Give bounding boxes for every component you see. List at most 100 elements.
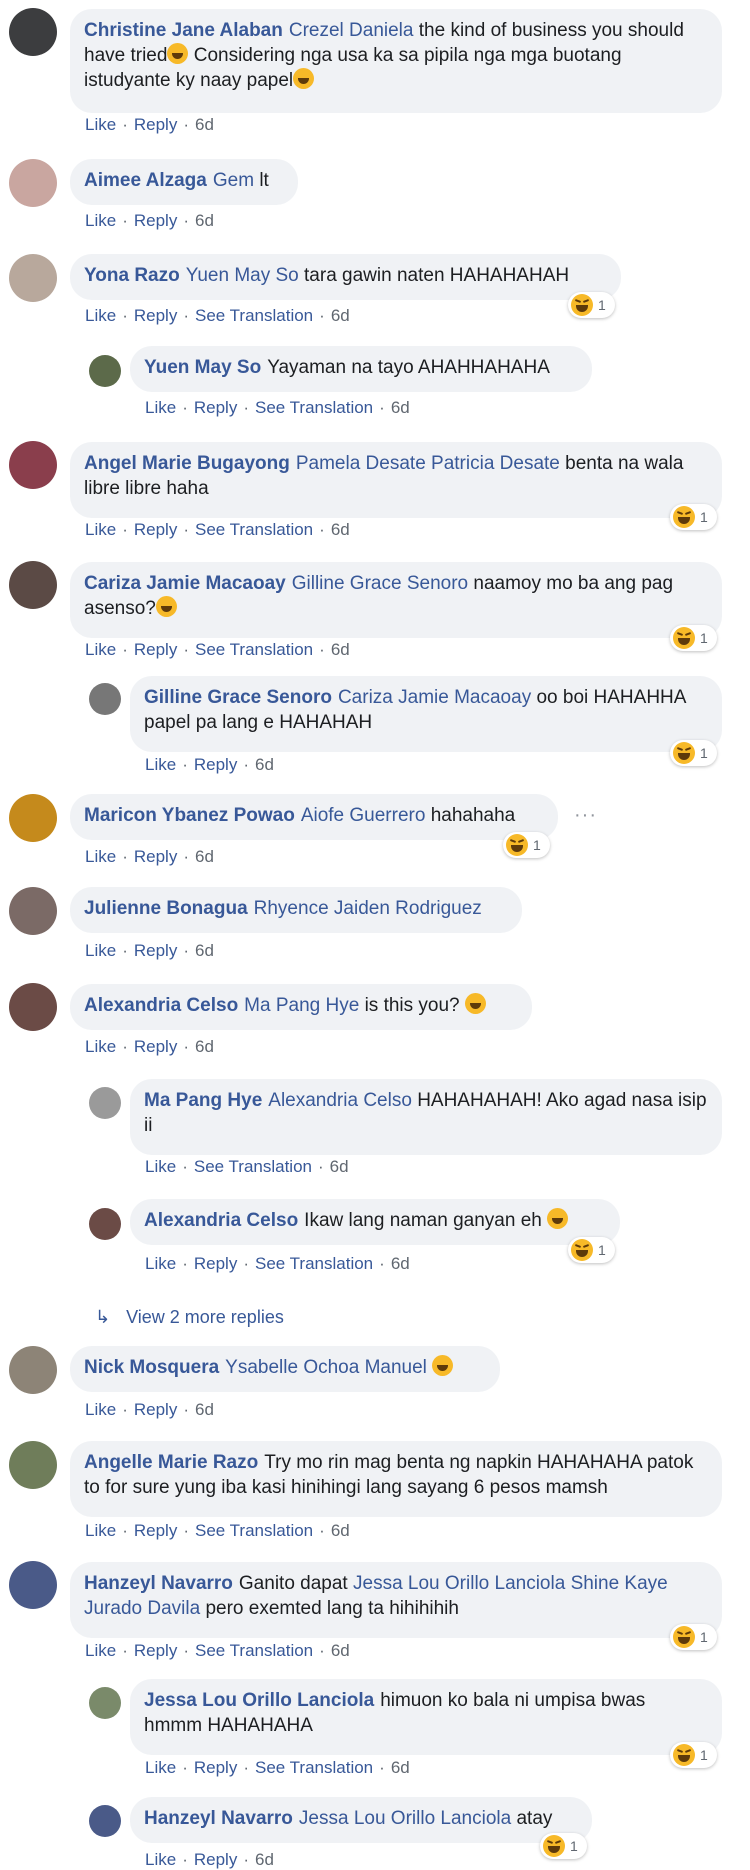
timestamp[interactable]: 6d	[391, 398, 410, 417]
comment-author[interactable]: Nick Mosquera	[84, 1357, 219, 1378]
see-translation-link[interactable]: See Translation	[255, 398, 373, 417]
comment-author[interactable]: Yuen May So	[144, 357, 261, 378]
timestamp[interactable]: 6d	[195, 1400, 214, 1419]
mention-link[interactable]: Alexandria Celso	[268, 1090, 412, 1111]
mention-link[interactable]: Ma Pang Hye	[244, 995, 359, 1016]
reaction-count[interactable]: 1	[503, 832, 550, 858]
avatar[interactable]	[89, 1805, 121, 1837]
comment-author[interactable]: Jessa Lou Orillo Lanciola	[144, 1690, 374, 1711]
comment-author[interactable]: Yona Razo	[84, 265, 180, 286]
timestamp[interactable]: 6d	[331, 640, 350, 659]
like-button[interactable]: Like	[85, 211, 116, 230]
mention-link[interactable]: Cariza Jamie Macaoay	[338, 687, 531, 708]
comment-author[interactable]: Alexandria Celso	[84, 995, 238, 1016]
avatar[interactable]	[89, 355, 121, 387]
mention-link[interactable]: Yuen May So	[186, 265, 299, 286]
reaction-count[interactable]: 1	[670, 740, 717, 766]
like-button[interactable]: Like	[145, 755, 176, 774]
avatar[interactable]	[89, 1087, 121, 1119]
reply-button[interactable]: Reply	[134, 306, 177, 325]
reply-button[interactable]: Reply	[194, 755, 237, 774]
reply-button[interactable]: Reply	[134, 115, 177, 134]
like-button[interactable]: Like	[145, 1157, 176, 1176]
comment-author[interactable]: Hanzeyl Navarro	[84, 1573, 233, 1594]
comment-author[interactable]: Angelle Marie Razo	[84, 1452, 258, 1473]
reply-button[interactable]: Reply	[194, 1254, 237, 1273]
see-translation-link[interactable]: See Translation	[195, 520, 313, 539]
avatar[interactable]	[89, 683, 121, 715]
reply-button[interactable]: Reply	[134, 941, 177, 960]
avatar[interactable]	[9, 1561, 57, 1609]
avatar[interactable]	[89, 1208, 121, 1240]
comment-author[interactable]: Hanzeyl Navarro	[144, 1808, 293, 1829]
like-button[interactable]: Like	[85, 640, 116, 659]
see-translation-link[interactable]: See Translation	[255, 1254, 373, 1273]
comment-author[interactable]: Gilline Grace Senoro	[144, 687, 332, 708]
like-button[interactable]: Like	[145, 1254, 176, 1273]
like-button[interactable]: Like	[85, 847, 116, 866]
avatar[interactable]	[89, 1687, 121, 1719]
comment-author[interactable]: Julienne Bonagua	[84, 898, 248, 919]
reply-button[interactable]: Reply	[134, 640, 177, 659]
mention-link[interactable]: Crezel Daniela	[289, 20, 414, 41]
avatar[interactable]	[9, 8, 57, 56]
comment-author[interactable]: Ma Pang Hye	[144, 1090, 262, 1111]
reaction-count[interactable]: 1	[568, 1237, 615, 1263]
mention-link[interactable]: Ysabelle Ochoa Manuel	[225, 1357, 427, 1378]
comment-author[interactable]: Cariza Jamie Macaoay	[84, 573, 286, 594]
mention-link[interactable]: Jessa Lou Orillo Lanciola	[299, 1808, 511, 1829]
timestamp[interactable]: 6d	[255, 1850, 274, 1869]
view-more-replies-link[interactable]: ↳ View 2 more replies	[95, 1307, 284, 1328]
avatar[interactable]	[9, 1346, 57, 1394]
reaction-count[interactable]: 1	[540, 1833, 587, 1859]
like-button[interactable]: Like	[85, 1400, 116, 1419]
like-button[interactable]: Like	[145, 398, 176, 417]
reaction-count[interactable]: 1	[670, 504, 717, 530]
avatar[interactable]	[9, 983, 57, 1031]
like-button[interactable]: Like	[85, 941, 116, 960]
reply-button[interactable]: Reply	[134, 211, 177, 230]
timestamp[interactable]: 6d	[331, 520, 350, 539]
like-button[interactable]: Like	[85, 1641, 116, 1660]
avatar[interactable]	[9, 794, 57, 842]
reply-button[interactable]: Reply	[194, 1758, 237, 1777]
like-button[interactable]: Like	[145, 1758, 176, 1777]
reply-button[interactable]: Reply	[134, 847, 177, 866]
see-translation-link[interactable]: See Translation	[195, 640, 313, 659]
mention-link[interactable]: Pamela Desate Patricia Desate	[296, 453, 560, 474]
avatar[interactable]	[9, 1441, 57, 1489]
timestamp[interactable]: 6d	[195, 1037, 214, 1056]
avatar[interactable]	[9, 561, 57, 609]
see-translation-link[interactable]: See Translation	[195, 306, 313, 325]
like-button[interactable]: Like	[85, 1521, 116, 1540]
reply-button[interactable]: Reply	[134, 1400, 177, 1419]
comment-author[interactable]: Maricon Ybanez Powao	[84, 805, 295, 826]
like-button[interactable]: Like	[85, 520, 116, 539]
like-button[interactable]: Like	[85, 306, 116, 325]
avatar[interactable]	[9, 441, 57, 489]
see-translation-link[interactable]: See Translation	[195, 1521, 313, 1540]
mention-link[interactable]: Gilline Grace Senoro	[292, 573, 468, 594]
see-translation-link[interactable]: See Translation	[255, 1758, 373, 1777]
like-button[interactable]: Like	[85, 115, 116, 134]
mention-link[interactable]: Aiofe Guerrero	[301, 805, 426, 826]
mention-link[interactable]: Gem	[213, 170, 254, 191]
see-translation-link[interactable]: See Translation	[195, 1641, 313, 1660]
reaction-count[interactable]: 1	[670, 1624, 717, 1650]
reply-button[interactable]: Reply	[134, 1641, 177, 1660]
reply-button[interactable]: Reply	[134, 1521, 177, 1540]
comment-author[interactable]: Angel Marie Bugayong	[84, 453, 290, 474]
reaction-count[interactable]: 1	[670, 625, 717, 651]
see-translation-link[interactable]: See Translation	[194, 1157, 312, 1176]
timestamp[interactable]: 6d	[255, 755, 274, 774]
mention-link[interactable]: Rhyence Jaiden Rodriguez	[254, 898, 482, 919]
reply-button[interactable]: Reply	[134, 520, 177, 539]
timestamp[interactable]: 6d	[391, 1254, 410, 1273]
like-button[interactable]: Like	[145, 1850, 176, 1869]
timestamp[interactable]: 6d	[195, 847, 214, 866]
timestamp[interactable]: 6d	[391, 1758, 410, 1777]
timestamp[interactable]: 6d	[331, 306, 350, 325]
reply-button[interactable]: Reply	[134, 1037, 177, 1056]
more-options-icon[interactable]: ···	[574, 804, 597, 827]
timestamp[interactable]: 6d	[331, 1641, 350, 1660]
